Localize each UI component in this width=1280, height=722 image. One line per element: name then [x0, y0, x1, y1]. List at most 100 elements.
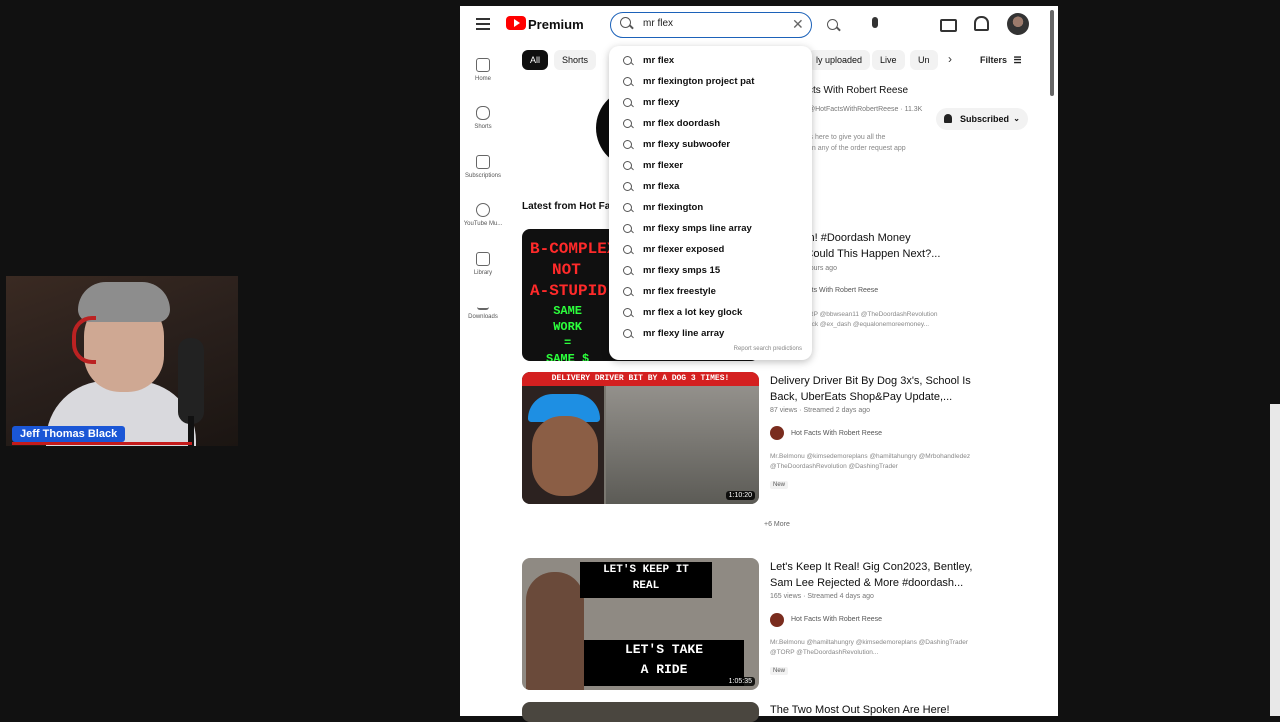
search-icon	[623, 329, 632, 338]
section-title: Latest from Hot Fa	[522, 201, 611, 212]
filters-icon: ☰	[1013, 55, 1022, 65]
thumbnail-text-line: WORK	[553, 320, 583, 334]
sidebar-item-label: YouTube Mu...	[463, 221, 503, 227]
video-title[interactable]: Delivery Driver Bit By Dog 3x's, School …	[770, 373, 1010, 405]
sidebar-item-home[interactable]: Home	[463, 58, 503, 82]
video-thumbnail[interactable]: DELIVERY DRIVER BIT BY A DOG 3 TIMES! 1:…	[522, 372, 759, 504]
microphone-image	[178, 338, 204, 424]
thumbnail-text-line: SAME $	[546, 352, 590, 361]
sidebar-item-library[interactable]: Library	[463, 252, 503, 276]
video-description: Mr.Belmonu @hamiltahungry @kimsedemorepl…	[770, 638, 1040, 658]
search-value[interactable]: mr flex	[643, 18, 673, 29]
show-more-link[interactable]: +6 More	[764, 521, 790, 528]
search-icon	[623, 287, 632, 296]
suggestion-item[interactable]: mr flexy	[623, 92, 803, 113]
sidebar-item-downloads[interactable]: Downloads	[463, 300, 503, 320]
chip-shorts[interactable]: Shorts	[554, 50, 597, 70]
search-input[interactable]	[610, 12, 812, 38]
outer-scrollbar[interactable]	[1270, 404, 1280, 716]
thumbnail-text: B-COMPLEX NOT A-STUPID	[530, 239, 616, 302]
suggestion-item[interactable]: mr flex a lot key glock	[623, 302, 803, 323]
channel-avatar-small[interactable]	[770, 613, 784, 627]
channel-description: is here to give you all the on any of th…	[808, 132, 948, 154]
report-search-predictions-link[interactable]: Report search predictions	[734, 346, 802, 352]
search-icon	[623, 161, 632, 170]
suggestion-item[interactable]: mr flex	[623, 50, 803, 71]
microphone-icon[interactable]	[872, 17, 878, 28]
thumbnail-text-line: REAL	[632, 580, 660, 592]
suggestion-item[interactable]: mr flex doordash	[623, 113, 803, 134]
filters-button[interactable]: Filters ☰	[980, 55, 1022, 66]
bell-icon	[944, 114, 952, 123]
youtube-music-icon	[476, 203, 490, 217]
video-thumbnail[interactable]	[522, 702, 759, 722]
video-title[interactable]: Let's Keep It Real! Gig Con2023, Bentley…	[770, 559, 1010, 591]
suggestion-item[interactable]: mr flexington project pat	[623, 71, 803, 92]
chip-live[interactable]: Live	[872, 50, 905, 70]
sidebar-item-youtube-music[interactable]: YouTube Mu...	[463, 203, 503, 227]
suggestion-item[interactable]: mr flexy smps line array	[623, 218, 803, 239]
thumbnail-text-line: A-STUPID	[530, 282, 607, 300]
brand-label[interactable]: Premium	[528, 17, 584, 32]
search-button[interactable]	[822, 15, 840, 33]
sidebar-item-label: Downloads	[468, 314, 498, 320]
suggestion-item[interactable]: mr flexy line array	[623, 323, 803, 344]
suggestion-text: mr flexer	[643, 160, 684, 171]
video-channel[interactable]: Hot Facts With Robert Reese	[791, 616, 882, 623]
search-icon	[623, 203, 632, 212]
video-thumbnail[interactable]: LET'S KEEP IT REAL LET'S TAKE A RIDE 1:0…	[522, 558, 759, 690]
thumbnail-person	[526, 572, 584, 690]
suggestion-item[interactable]: mr flexy smps 15	[623, 260, 803, 281]
sidebar-item-subscriptions[interactable]: Subscriptions	[463, 155, 503, 179]
chip-recently-uploaded[interactable]: ly uploaded	[808, 50, 871, 70]
suggestion-item[interactable]: mr flexer	[623, 155, 803, 176]
subscribed-button[interactable]: Subscribed ⌄	[936, 108, 1028, 130]
video-title-line: The Two Most Out Spoken Are Here!	[770, 704, 950, 716]
video-title-line: Delivery Driver Bit By Dog 3x's, School …	[770, 375, 971, 387]
chevron-right-icon[interactable]: ›	[948, 52, 952, 66]
video-title[interactable]: The Two Most Out Spoken Are Here!	[770, 702, 1010, 718]
streamer-nameplate: Jeff Thomas Black	[12, 426, 126, 442]
sidebar-item-label: Library	[473, 270, 493, 276]
chip-unwatched[interactable]: Un	[910, 50, 938, 70]
suggestion-text: mr flex doordash	[643, 118, 721, 129]
video-channel[interactable]: Hot Facts With Robert Reese	[791, 430, 882, 437]
video-description: TORP @bbwsean11 @TheDoordashRevolution d…	[800, 310, 1000, 330]
suggestion-text: mr flexer exposed	[643, 244, 725, 255]
page-scrollbar[interactable]	[1050, 10, 1054, 96]
thumbnail-text-line: B-COMPLEX	[530, 240, 617, 258]
subscriptions-icon	[476, 155, 490, 169]
create-video-icon[interactable]	[940, 19, 957, 32]
sidebar-item-label: Home	[474, 76, 491, 82]
suggestion-text: mr flex freestyle	[643, 286, 716, 297]
sidebar-item-shorts[interactable]: Shorts	[463, 106, 503, 130]
youtube-logo-icon[interactable]	[506, 16, 526, 30]
channel-avatar-small[interactable]	[770, 426, 784, 440]
thumbnail-sign: LET'S KEEP IT REAL	[580, 562, 712, 598]
video-title-line: Let's Keep It Real! Gig Con2023, Bentley…	[770, 561, 973, 573]
thumbnail-sign: LET'S TAKE A RIDE	[584, 640, 744, 686]
search-icon	[623, 308, 632, 317]
home-icon	[476, 58, 490, 72]
chevron-down-icon: ⌄	[1013, 114, 1020, 123]
suggestion-item[interactable]: mr flexington	[623, 197, 803, 218]
suggestion-text: mr flexy line array	[643, 328, 725, 339]
thumbnail-banner: DELIVERY DRIVER BIT BY A DOG 3 TIMES!	[522, 372, 759, 386]
sidebar-item-label: Shorts	[474, 124, 492, 130]
close-icon[interactable]: ✕	[792, 17, 804, 31]
suggestion-item[interactable]: mr flexa	[623, 176, 803, 197]
thumbnail-text-line: SAME	[553, 304, 583, 318]
suggestion-item[interactable]: mr flexer exposed	[623, 239, 803, 260]
suggestion-text: mr flexington project pat	[643, 76, 755, 87]
menu-icon[interactable]	[476, 18, 490, 30]
chip-all[interactable]: All	[522, 50, 549, 70]
notifications-bell-icon[interactable]	[974, 16, 989, 31]
channel-name[interactable]: cts With Robert Reese	[808, 85, 908, 96]
suggestion-item[interactable]: mr flex freestyle	[623, 281, 803, 302]
suggestion-text: mr flexa	[643, 181, 680, 192]
suggestion-item[interactable]: mr flexy subwoofer	[623, 134, 803, 155]
suggestion-text: mr flexy smps line array	[643, 223, 752, 234]
account-avatar[interactable]	[1007, 13, 1029, 35]
video-description-line: Mr.Belmonu @hamiltahungry @kimsedemorepl…	[770, 639, 969, 646]
webcam-overlay: Jeff Thomas Black	[6, 276, 238, 446]
